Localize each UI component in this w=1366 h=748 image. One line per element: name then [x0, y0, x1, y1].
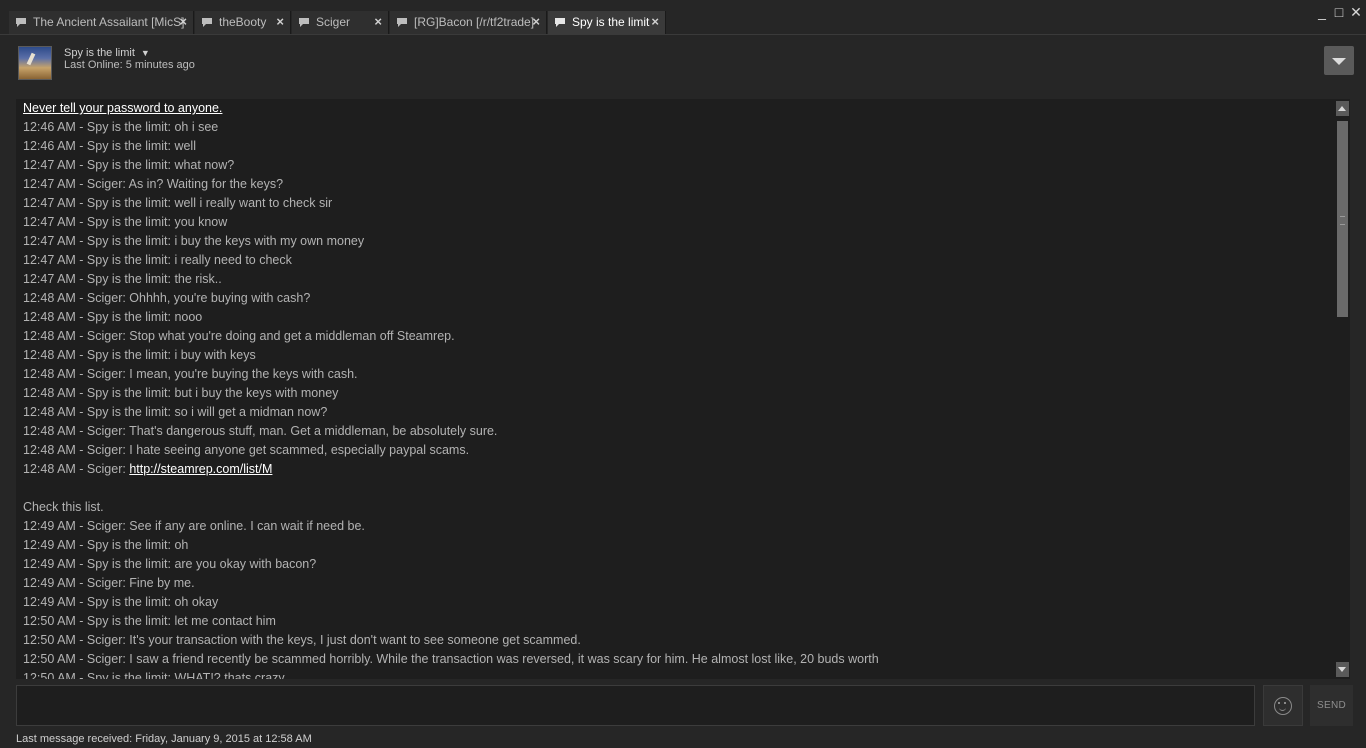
- chat-options-dropdown-button[interactable]: [1324, 46, 1354, 75]
- tab-rg-bacon[interactable]: [RG]Bacon [/r/tf2trade] ×: [390, 11, 547, 34]
- friend-name: Spy is the limit: [64, 47, 135, 59]
- chat-bubble-icon: [397, 18, 407, 27]
- close-window-button[interactable]: ✕: [1348, 4, 1364, 20]
- chat-message-prefix: 12:48 AM - Sciger:: [23, 462, 130, 476]
- tab-sciger[interactable]: Sciger ×: [292, 11, 389, 34]
- password-warning: Never tell your password to anyone.: [23, 101, 223, 115]
- tab-close-icon[interactable]: ×: [374, 14, 382, 29]
- chat-message: 12:48 AM - Sciger: Ohhhh, you're buying …: [23, 291, 311, 305]
- chat-message: 12:48 AM - Spy is the limit: but i buy t…: [23, 386, 339, 400]
- chat-message: 12:49 AM - Spy is the limit: oh: [23, 538, 189, 552]
- friend-status: Last Online: 5 minutes ago: [64, 59, 195, 71]
- emoticon-button[interactable]: [1263, 685, 1303, 726]
- tab-bar: The Ancient Assailant [MicS] × theBooty …: [0, 0, 1366, 34]
- chat-message: 12:47 AM - Spy is the limit: you know: [23, 215, 228, 229]
- chat-header: Spy is the limit ▼ Last Online: 5 minutes…: [16, 43, 1356, 85]
- chat-message: 12:47 AM - Spy is the limit: i buy the k…: [23, 234, 365, 248]
- message-input[interactable]: [16, 685, 1255, 726]
- tab-close-icon[interactable]: ×: [276, 14, 284, 29]
- tab-label: [RG]Bacon [/r/tf2trade]: [414, 15, 535, 29]
- chat-message: 12:48 AM - Sciger: I mean, you're buying…: [23, 367, 358, 381]
- steamrep-link[interactable]: http://steamrep.com/list/M: [129, 462, 272, 476]
- tab-label: theBooty: [219, 15, 267, 29]
- friend-name-menu[interactable]: Spy is the limit ▼: [64, 47, 150, 59]
- chat-message: 12:48 AM - Spy is the limit: i buy with …: [23, 348, 256, 362]
- chat-message: 12:47 AM - Spy is the limit: what now?: [23, 158, 235, 172]
- chat-bubble-icon: [299, 18, 309, 27]
- chat-bubble-icon: [202, 18, 212, 27]
- chat-message: 12:48 AM - Sciger: Stop what you're doin…: [23, 329, 455, 343]
- tab-spy-is-the-limit[interactable]: Spy is the limit ×: [548, 11, 666, 34]
- chat-message: 12:48 AM - Spy is the limit: nooo: [23, 310, 203, 324]
- chat-message: 12:50 AM - Spy is the limit: WHAT!? that…: [23, 671, 285, 679]
- chat-message: 12:49 AM - Sciger: Fine by me.: [23, 576, 195, 590]
- tab-label: Sciger: [316, 15, 351, 29]
- grip-icon: [1340, 216, 1345, 225]
- chat-message: 12:50 AM - Spy is the limit: let me cont…: [23, 614, 276, 628]
- last-message-status: Last message received: Friday, January 9…: [16, 733, 312, 745]
- send-button[interactable]: SEND: [1310, 685, 1353, 726]
- chat-message: 12:47 AM - Spy is the limit: the risk..: [23, 272, 222, 286]
- chat-message-continuation: Check this list.: [23, 500, 104, 514]
- tab-label: Spy is the limit: [572, 15, 650, 29]
- chat-message: 12:49 AM - Sciger: See if any are online…: [23, 519, 365, 533]
- tab-the-ancient-assailant[interactable]: The Ancient Assailant [MicS] ×: [9, 11, 194, 34]
- chat-message: 12:48 AM - Spy is the limit: so i will g…: [23, 405, 328, 419]
- avatar[interactable]: [18, 46, 52, 80]
- scrollbar-thumb[interactable]: [1337, 121, 1348, 317]
- tab-thebooty[interactable]: theBooty ×: [195, 11, 291, 34]
- chat-window: The Ancient Assailant [MicS] × theBooty …: [0, 0, 1366, 748]
- scroll-down-arrow-icon[interactable]: [1336, 662, 1349, 677]
- maximize-button[interactable]: □: [1331, 4, 1347, 20]
- tab-close-icon[interactable]: ×: [179, 14, 187, 29]
- chat-message: 12:46 AM - Spy is the limit: oh i see: [23, 120, 219, 134]
- scroll-up-arrow-icon[interactable]: [1336, 101, 1349, 116]
- chat-bubble-icon: [555, 18, 565, 27]
- chat-message: 12:47 AM - Spy is the limit: i really ne…: [23, 253, 292, 267]
- chat-message: 12:49 AM - Spy is the limit: oh okay: [23, 595, 219, 609]
- tab-close-icon[interactable]: ×: [651, 14, 659, 29]
- minimize-button[interactable]: _: [1314, 4, 1330, 20]
- chat-log: Never tell your password to anyone. 12:4…: [16, 99, 1335, 679]
- caret-down-icon: ▼: [140, 48, 150, 58]
- chat-message: 12:47 AM - Sciger: As in? Waiting for th…: [23, 177, 284, 191]
- tab-label: The Ancient Assailant [MicS]: [33, 15, 185, 29]
- chat-message: 12:49 AM - Spy is the limit: are you oka…: [23, 557, 317, 571]
- chat-message: 12:48 AM - Sciger: I hate seeing anyone …: [23, 443, 470, 457]
- chat-message: 12:50 AM - Sciger: I saw a friend recent…: [23, 652, 879, 666]
- chat-message: 12:46 AM - Spy is the limit: well: [23, 139, 196, 153]
- chat-scrollbar[interactable]: [1335, 99, 1350, 679]
- chat-message: 12:48 AM - Sciger: http://steamrep.com/l…: [23, 460, 272, 479]
- chat-message: 12:47 AM - Spy is the limit: well i real…: [23, 196, 333, 210]
- tab-divider: [0, 34, 1366, 35]
- chat-bubble-icon: [16, 18, 26, 27]
- smiley-icon: [1274, 697, 1292, 715]
- tab-close-icon[interactable]: ×: [532, 14, 540, 29]
- chat-message: 12:48 AM - Sciger: That's dangerous stuf…: [23, 424, 498, 438]
- chat-message: 12:50 AM - Sciger: It's your transaction…: [23, 633, 581, 647]
